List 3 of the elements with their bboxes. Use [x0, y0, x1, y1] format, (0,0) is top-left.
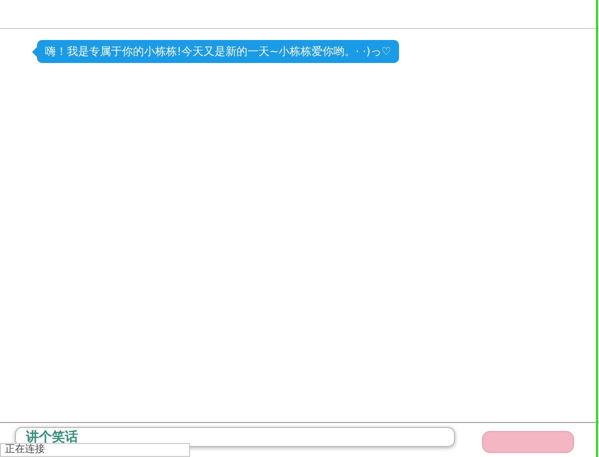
submit-button[interactable]: [482, 431, 574, 453]
chat-bubble: 嗨！我是专属于你的小栋栋!今天又是新的一天~小栋栋爱你哟。· ·)っ♡: [37, 40, 400, 63]
status-tooltip: 正在连接: [0, 443, 190, 457]
